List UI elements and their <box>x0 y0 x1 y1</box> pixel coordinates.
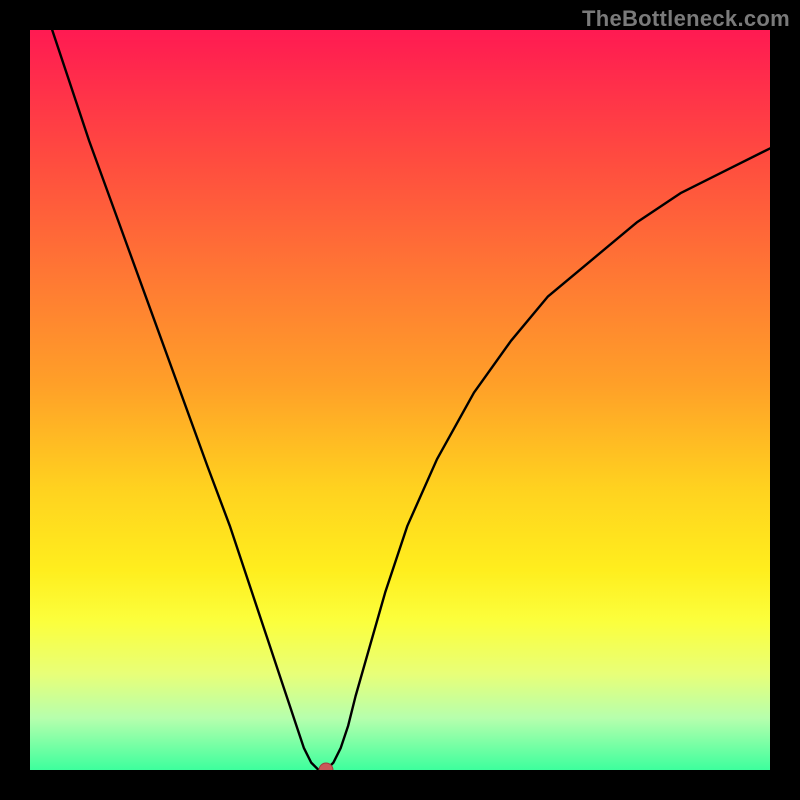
chart-svg <box>30 30 770 770</box>
chart-plot-area <box>30 30 770 770</box>
chart-outer-frame: TheBottleneck.com <box>0 0 800 800</box>
chart-curve <box>52 30 770 770</box>
watermark-text: TheBottleneck.com <box>582 6 790 32</box>
